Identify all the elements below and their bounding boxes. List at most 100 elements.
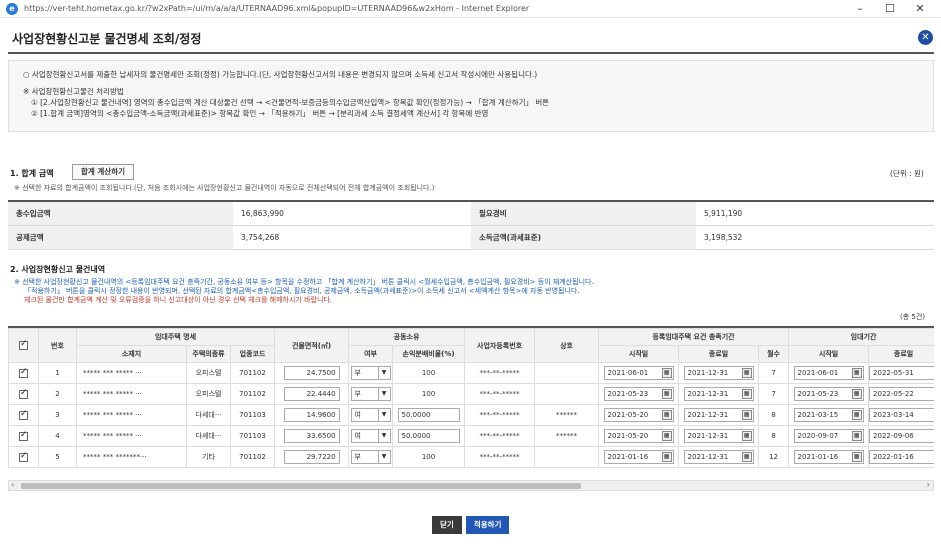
summary-table: 총수입금액 16,863,990 필요경비 5,911,190 공제금액 3,7… bbox=[8, 200, 934, 250]
row-joint-cell: 부 ▼ bbox=[348, 446, 394, 468]
scroll-left-icon[interactable]: ‹ bbox=[11, 480, 14, 489]
joint-select[interactable]: 부 ▼ bbox=[350, 450, 391, 464]
calendar-icon[interactable]: ▦ bbox=[851, 410, 862, 420]
rent-end-date-input[interactable]: 2023-03-14 bbox=[869, 408, 934, 422]
area-input[interactable]: 14.9600 bbox=[283, 408, 340, 422]
row-select-cell[interactable] bbox=[8, 425, 39, 447]
calendar-icon[interactable]: ▦ bbox=[851, 431, 862, 441]
row-checkbox[interactable] bbox=[19, 409, 28, 420]
select-all-checkbox[interactable] bbox=[19, 339, 28, 350]
start-date-input[interactable]: 2021-01-16 ▦ bbox=[603, 450, 674, 464]
ie-browser-icon: e bbox=[6, 2, 18, 15]
calendar-icon[interactable]: ▦ bbox=[851, 389, 862, 399]
row-share-cell: 50.0000 bbox=[392, 425, 466, 447]
area-input[interactable]: 24.7500 bbox=[283, 366, 340, 380]
chevron-down-icon[interactable]: ▼ bbox=[377, 367, 390, 379]
row-house-type: 기타 bbox=[186, 446, 231, 468]
rent-start-date-input[interactable]: 2021-03-15 ▦ bbox=[793, 408, 864, 422]
calculate-total-button[interactable]: 합계 계산하기 bbox=[72, 164, 135, 180]
rent-end-date-input[interactable]: 2022-01-16 bbox=[869, 450, 934, 464]
end-date-input[interactable]: 2021-12-31 ▦ bbox=[683, 429, 754, 443]
area-input[interactable]: 22.4440 bbox=[283, 387, 340, 401]
section2-notes: ※ 선택한 사업장현황신고 물건내역의 <등록임대주택 요건 충족기간, 공동소… bbox=[14, 278, 594, 305]
row-checkbox[interactable] bbox=[19, 430, 28, 441]
scroll-right-icon[interactable]: › bbox=[927, 480, 930, 489]
calendar-icon[interactable]: ▦ bbox=[741, 452, 752, 462]
joint-select[interactable]: 부 ▼ bbox=[350, 366, 391, 380]
start-date-input[interactable]: 2021-05-23 ▦ bbox=[603, 387, 674, 401]
start-date-input[interactable]: 2021-05-20 ▦ bbox=[603, 429, 674, 443]
area-input[interactable]: 33.6500 bbox=[283, 429, 340, 443]
scrollbar-thumb[interactable] bbox=[21, 483, 581, 489]
row-end-cell: 2021-12-31 ▦ bbox=[678, 362, 760, 384]
close-button[interactable]: 닫기 bbox=[432, 516, 462, 534]
row-checkbox[interactable] bbox=[19, 388, 28, 399]
row-company: ****** bbox=[534, 404, 600, 426]
row-checkbox[interactable] bbox=[19, 451, 28, 462]
joint-select[interactable]: 여 ▼ bbox=[350, 429, 391, 443]
window-close-button[interactable]: ✕ bbox=[905, 0, 935, 18]
chevron-down-icon[interactable]: ▼ bbox=[377, 451, 390, 463]
summary-label: 총수입금액 bbox=[8, 201, 233, 226]
rent-end-date-input[interactable]: 2022-05-31 bbox=[869, 366, 934, 380]
row-select-cell[interactable] bbox=[8, 404, 39, 426]
calendar-icon[interactable]: ▦ bbox=[851, 368, 862, 378]
chevron-down-icon[interactable]: ▼ bbox=[377, 388, 390, 400]
joint-select[interactable]: 부 ▼ bbox=[350, 387, 391, 401]
calendar-icon[interactable]: ▦ bbox=[661, 452, 672, 462]
rent-end-date-value: 2022-05-22 bbox=[873, 390, 914, 398]
end-date-input[interactable]: 2021-12-31 ▦ bbox=[683, 408, 754, 422]
rent-start-date-input[interactable]: 2020-09-07 ▦ bbox=[793, 429, 864, 443]
select-all-header[interactable] bbox=[8, 328, 39, 363]
col-joint: 공동소유 bbox=[348, 328, 466, 346]
horizontal-scrollbar[interactable]: ‹ › bbox=[8, 480, 934, 491]
row-no: 5 bbox=[38, 446, 77, 468]
rent-start-date-input[interactable]: 2021-05-23 ▦ bbox=[793, 387, 864, 401]
end-date-input[interactable]: 2021-12-31 ▦ bbox=[683, 366, 754, 380]
table-row[interactable]: 4***** *** ***** ···다세대···701103 33.6500 여… bbox=[8, 425, 934, 447]
table-row[interactable]: 1***** *** ***** ···오피스텔70110224.7500부▼1… bbox=[8, 362, 934, 384]
end-date-value: 2021-12-31 bbox=[687, 369, 729, 377]
calendar-icon[interactable]: ▦ bbox=[741, 389, 752, 399]
maximize-button[interactable]: ☐ bbox=[875, 0, 905, 18]
joint-select[interactable]: 여 ▼ bbox=[350, 408, 391, 422]
rent-start-date-value: 2021-03-15 bbox=[797, 411, 839, 419]
section2-note: ※ 선택한 사업장현황신고 물건내역의 <등록임대주택 요건 충족기간, 공동소… bbox=[14, 278, 594, 286]
end-date-input[interactable]: 2021-12-31 ▦ bbox=[683, 450, 754, 464]
end-date-input[interactable]: 2021-12-31 ▦ bbox=[683, 387, 754, 401]
calendar-icon[interactable]: ▦ bbox=[661, 368, 672, 378]
share-input[interactable]: 50.0000 bbox=[397, 408, 460, 422]
row-checkbox[interactable] bbox=[19, 367, 28, 378]
calendar-icon[interactable]: ▦ bbox=[741, 368, 752, 378]
row-select-cell[interactable] bbox=[8, 362, 39, 384]
area-input[interactable]: 29.7220 bbox=[283, 450, 340, 464]
chevron-down-icon[interactable]: ▼ bbox=[377, 409, 390, 421]
calendar-icon[interactable]: ▦ bbox=[741, 410, 752, 420]
start-date-input[interactable]: 2021-06-01 ▦ bbox=[603, 366, 674, 380]
calendar-icon[interactable]: ▦ bbox=[741, 431, 752, 441]
row-months: 8 bbox=[758, 404, 790, 426]
row-bizno: ***-**-***** bbox=[464, 362, 536, 384]
row-share-cell: 100 bbox=[392, 446, 466, 468]
row-area-cell: 22.4440 bbox=[274, 383, 350, 405]
table-row[interactable]: 3***** *** ***** ···다세대···701103 14.9600 여… bbox=[8, 404, 934, 426]
popup-close-icon[interactable]: ✕ bbox=[918, 30, 933, 45]
apply-button[interactable]: 적용하기 bbox=[465, 516, 510, 534]
rent-end-date-input[interactable]: 2022-05-22 bbox=[869, 387, 934, 401]
rent-start-date-input[interactable]: 2021-01-16 ▦ bbox=[793, 450, 864, 464]
row-select-cell[interactable] bbox=[8, 446, 39, 468]
calendar-icon[interactable]: ▦ bbox=[661, 431, 672, 441]
table-row[interactable]: 2***** *** ***** ···오피스텔70110222.4440부▼1… bbox=[8, 383, 934, 405]
chevron-down-icon[interactable]: ▼ bbox=[377, 430, 390, 442]
share-input[interactable]: 50.0000 bbox=[397, 429, 460, 443]
row-rent-end-cell: 2023-03-14 bbox=[868, 404, 934, 426]
row-select-cell[interactable] bbox=[8, 383, 39, 405]
calendar-icon[interactable]: ▦ bbox=[661, 410, 672, 420]
table-row[interactable]: 5***** *** *******···기타70110229.7220부▼10… bbox=[8, 446, 934, 468]
start-date-input[interactable]: 2021-05-20 ▦ bbox=[603, 408, 674, 422]
minimize-button[interactable]: – bbox=[845, 0, 875, 18]
calendar-icon[interactable]: ▦ bbox=[661, 389, 672, 399]
calendar-icon[interactable]: ▦ bbox=[851, 452, 862, 462]
rent-start-date-input[interactable]: 2021-06-01 ▦ bbox=[793, 366, 864, 380]
rent-end-date-input[interactable]: 2022-09-06 bbox=[869, 429, 934, 443]
